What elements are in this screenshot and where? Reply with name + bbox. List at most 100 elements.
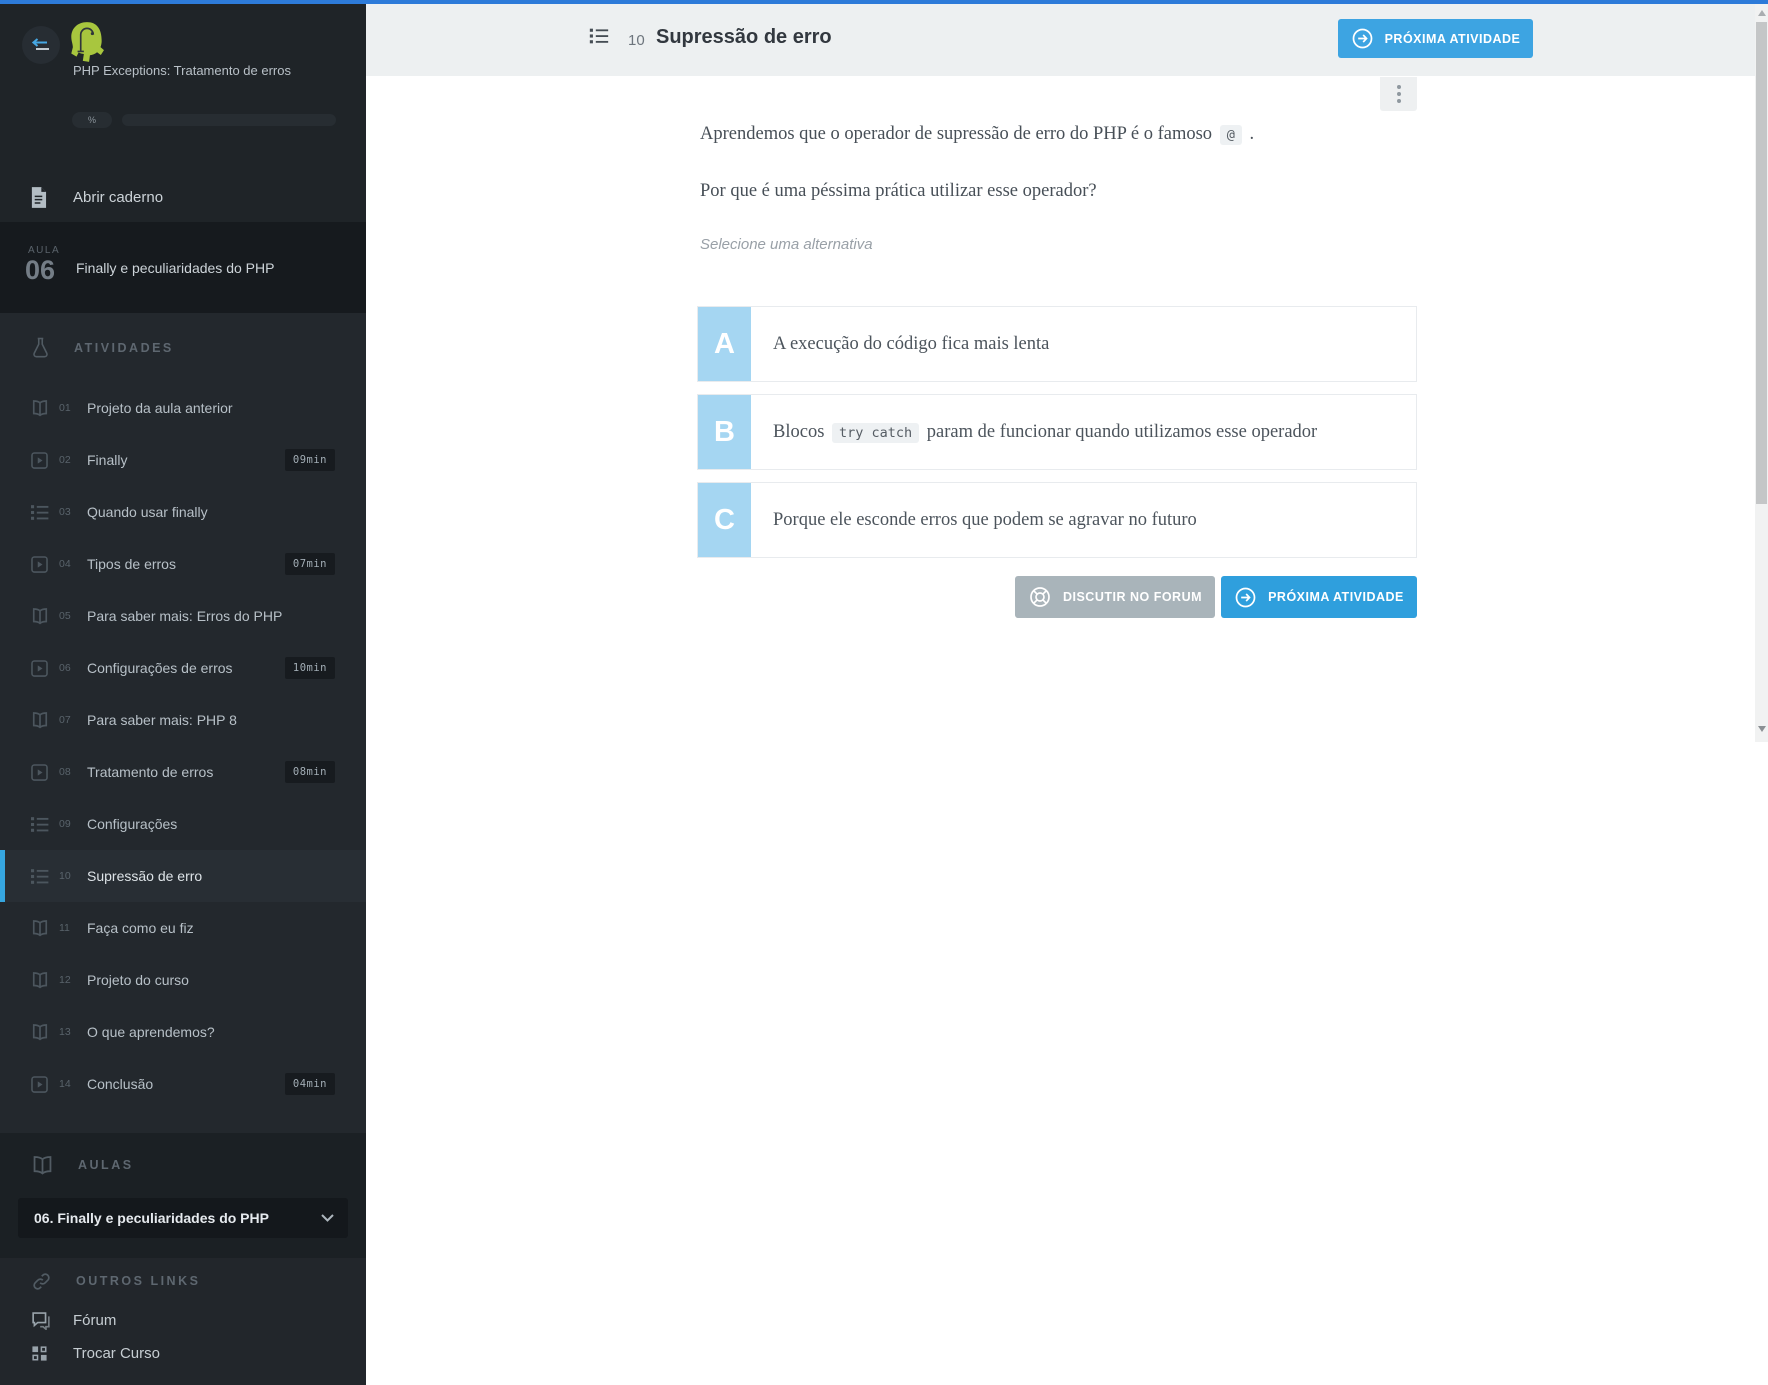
video-icon (30, 555, 52, 574)
current-lesson-banner[interactable]: AULA 06 Finally e peculiaridades do PHP (0, 222, 366, 313)
links-list: Fórum Trocar Curso (0, 1304, 366, 1370)
sidebar-item-08[interactable]: 08 Tratamento de erros 08min (0, 746, 366, 798)
discuss-forum-label: DISCUTIR NO FORUM (1063, 590, 1202, 604)
other-links-header: OUTROS LINKS (0, 1258, 366, 1304)
activities-section-label: ATIVIDADES (74, 341, 174, 355)
activity-header: 10 Supressão de erro PRÓXIMA ATIVIDADE (366, 4, 1768, 76)
activity-label: Para saber mais: PHP 8 (87, 712, 237, 728)
answer-options: A A execução do código fica mais lenta BB… (697, 306, 1417, 558)
answer-option-A[interactable]: A A execução do código fica mais lenta (697, 306, 1417, 382)
sidebar-item-01[interactable]: 01 Projeto da aula anterior (0, 382, 366, 434)
question-text-line1: Aprendemos que o operador de supressão d… (700, 124, 1254, 145)
discuss-forum-button[interactable]: DISCUTIR NO FORUM (1015, 576, 1215, 618)
sidebar-item-11[interactable]: 11Faça como eu fiz (0, 902, 366, 954)
activity-label: Conclusão (87, 1076, 153, 1092)
activity-label: Faça como eu fiz (87, 920, 194, 936)
php-elephant-logo (66, 20, 108, 64)
sidebar-item-10[interactable]: 10 Supressão de erro (0, 850, 366, 902)
activity-number: 04 (59, 558, 77, 570)
flask-icon (31, 336, 50, 360)
link-label: Trocar Curso (73, 1345, 160, 1362)
duration-badge: 09min (285, 449, 335, 471)
instruction-text: Selecione uma alternativa (700, 236, 873, 253)
video-icon (30, 1075, 52, 1094)
lesson-title: Finally e peculiaridades do PHP (76, 222, 311, 313)
scrollbar-down-arrow[interactable] (1758, 726, 1766, 732)
duration-badge: 08min (285, 761, 335, 783)
activity-number: 01 (59, 402, 77, 414)
sidebar-item-13[interactable]: 13O que aprendemos? (0, 1006, 366, 1058)
activity-number: 08 (59, 766, 77, 778)
actions-row: DISCUTIR NO FORUM PRÓXIMA ATIVIDADE (697, 576, 1417, 618)
screen: PHP Exceptions: Tratamento de erros % Ab… (0, 0, 1768, 1385)
sidebar-item-02[interactable]: 02Finally09min (0, 434, 366, 486)
chat-icon (31, 1311, 53, 1330)
activity-label: O que aprendemos? (87, 1024, 215, 1040)
sidebar-header: PHP Exceptions: Tratamento de erros % Ab… (0, 4, 366, 222)
sidebar-item-06[interactable]: 06Configurações de erros10min (0, 642, 366, 694)
answer-option-C[interactable]: C Porque ele esconde erros que podem se a… (697, 482, 1417, 558)
sidebar-item-14[interactable]: 14Conclusão04min (0, 1058, 366, 1110)
question-text-line2: Por que é uma péssima prática utilizar e… (700, 181, 1097, 202)
course-title: PHP Exceptions: Tratamento de erros (73, 62, 325, 79)
scrollbar-up-arrow[interactable] (1758, 10, 1766, 16)
text-fragment: Porque ele esconde erros que podem se ag… (773, 510, 1197, 530)
option-letter: A (698, 307, 751, 381)
activities-section-header: ATIVIDADES (0, 313, 366, 382)
sidebar-item-04[interactable]: 04 Tipos de erros 07min (0, 538, 366, 590)
activity-label: Configurações de erros (87, 660, 233, 676)
sidebar-link-trocar-curso[interactable]: Trocar Curso (0, 1337, 366, 1370)
next-activity-button-bottom[interactable]: PRÓXIMA ATIVIDADE (1221, 576, 1417, 618)
next-activity-label: PRÓXIMA ATIVIDADE (1385, 32, 1521, 46)
lesson-select-value: 06. Finally e peculiaridades do PHP (34, 1210, 321, 1226)
option-letter: C (698, 483, 751, 557)
course-sidebar: PHP Exceptions: Tratamento de erros % Ab… (0, 4, 366, 1385)
open-notebook-button[interactable]: Abrir caderno (0, 176, 366, 218)
activity-label: Tratamento de erros (87, 764, 213, 780)
notebook-icon (30, 187, 47, 208)
list-icon (30, 816, 52, 833)
next-activity-button-top[interactable]: PRÓXIMA ATIVIDADE (1338, 19, 1533, 58)
answer-option-B[interactable]: BBlocos try catch param de funcionar qua… (697, 394, 1417, 470)
activity-number: 03 (59, 506, 77, 518)
activity-number: 05 (59, 610, 77, 622)
arrow-right-circle-icon (1234, 586, 1257, 609)
text-fragment: param de funcionar quando utilizamos ess… (927, 422, 1317, 442)
sidebar-item-05[interactable]: 05Para saber mais: Erros do PHP (0, 590, 366, 642)
sidebar-item-07[interactable]: 07 Para saber mais: PHP 8 (0, 694, 366, 746)
activity-number: 10 (59, 870, 77, 882)
lifebuoy-icon (1028, 585, 1052, 609)
lessons-section: AULAS 06. Finally e peculiaridades do PH… (0, 1133, 366, 1258)
sidebar-item-09[interactable]: 09Configurações (0, 798, 366, 850)
book-open-icon (30, 971, 52, 990)
list-icon (30, 868, 52, 885)
sidebar-item-03[interactable]: 03Quando usar finally (0, 486, 366, 538)
sidebar-item-12[interactable]: 12Projeto do curso (0, 954, 366, 1006)
activity-label: Tipos de erros (87, 556, 176, 572)
sidebar-link-forum[interactable]: Fórum (0, 1304, 366, 1337)
book-open-icon (30, 1023, 52, 1042)
activity-number: 06 (59, 662, 77, 674)
lessons-section-label: AULAS (78, 1158, 134, 1172)
more-options-button[interactable] (1380, 77, 1417, 111)
book-open-icon (30, 399, 52, 418)
activities-section: ATIVIDADES 01Projeto da aula anterior02F… (0, 313, 366, 1133)
duration-badge: 04min (285, 1073, 335, 1095)
activity-number: 07 (59, 714, 77, 726)
activity-label: Supressão de erro (87, 868, 202, 884)
list-icon (588, 25, 610, 52)
activity-number: 02 (59, 454, 77, 466)
video-icon (30, 451, 52, 470)
activity-index: 10 (628, 32, 645, 49)
scrollbar[interactable] (1755, 4, 1768, 742)
chevron-down-icon (321, 1214, 334, 1222)
option-letter: B (698, 395, 751, 469)
lessons-section-header: AULAS (0, 1133, 366, 1197)
lesson-select-dropdown[interactable]: 06. Finally e peculiaridades do PHP (18, 1198, 348, 1238)
book-open-icon (30, 919, 52, 938)
duration-badge: 07min (285, 553, 335, 575)
collapse-sidebar-button[interactable] (22, 26, 60, 64)
text-fragment: A execução do código fica mais lenta (773, 334, 1049, 354)
activity-label: Projeto da aula anterior (87, 400, 233, 416)
scrollbar-thumb[interactable] (1756, 22, 1767, 504)
